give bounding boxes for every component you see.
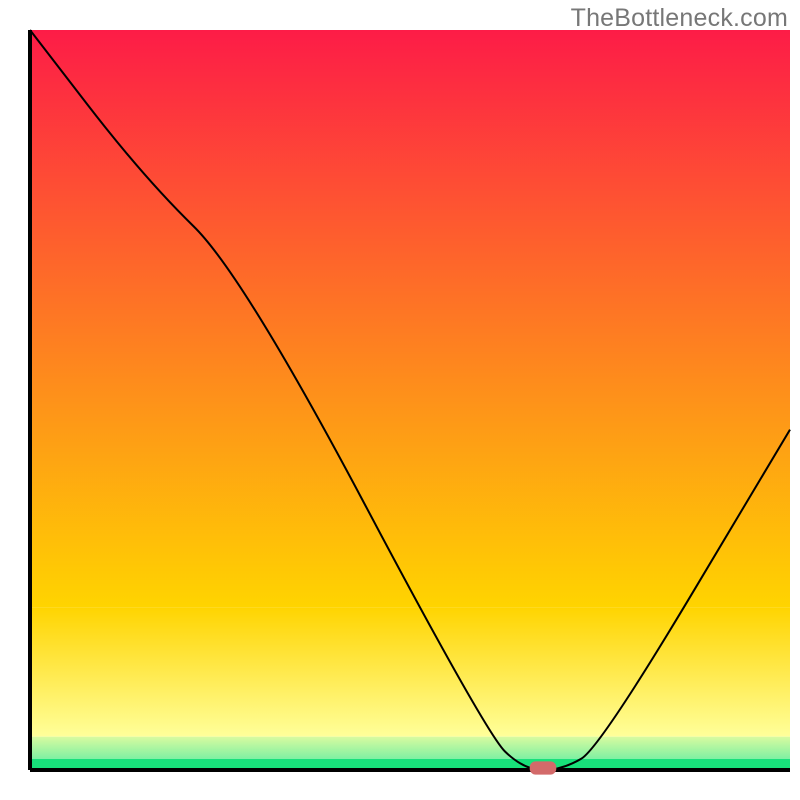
chart-container: TheBottleneck.com xyxy=(0,0,800,800)
watermark-text: TheBottleneck.com xyxy=(571,4,788,33)
optimal-marker xyxy=(530,761,557,774)
plot-background xyxy=(30,30,790,607)
band-yellow xyxy=(30,607,790,737)
bottleneck-chart xyxy=(0,0,800,800)
band-green-fade xyxy=(30,737,790,759)
